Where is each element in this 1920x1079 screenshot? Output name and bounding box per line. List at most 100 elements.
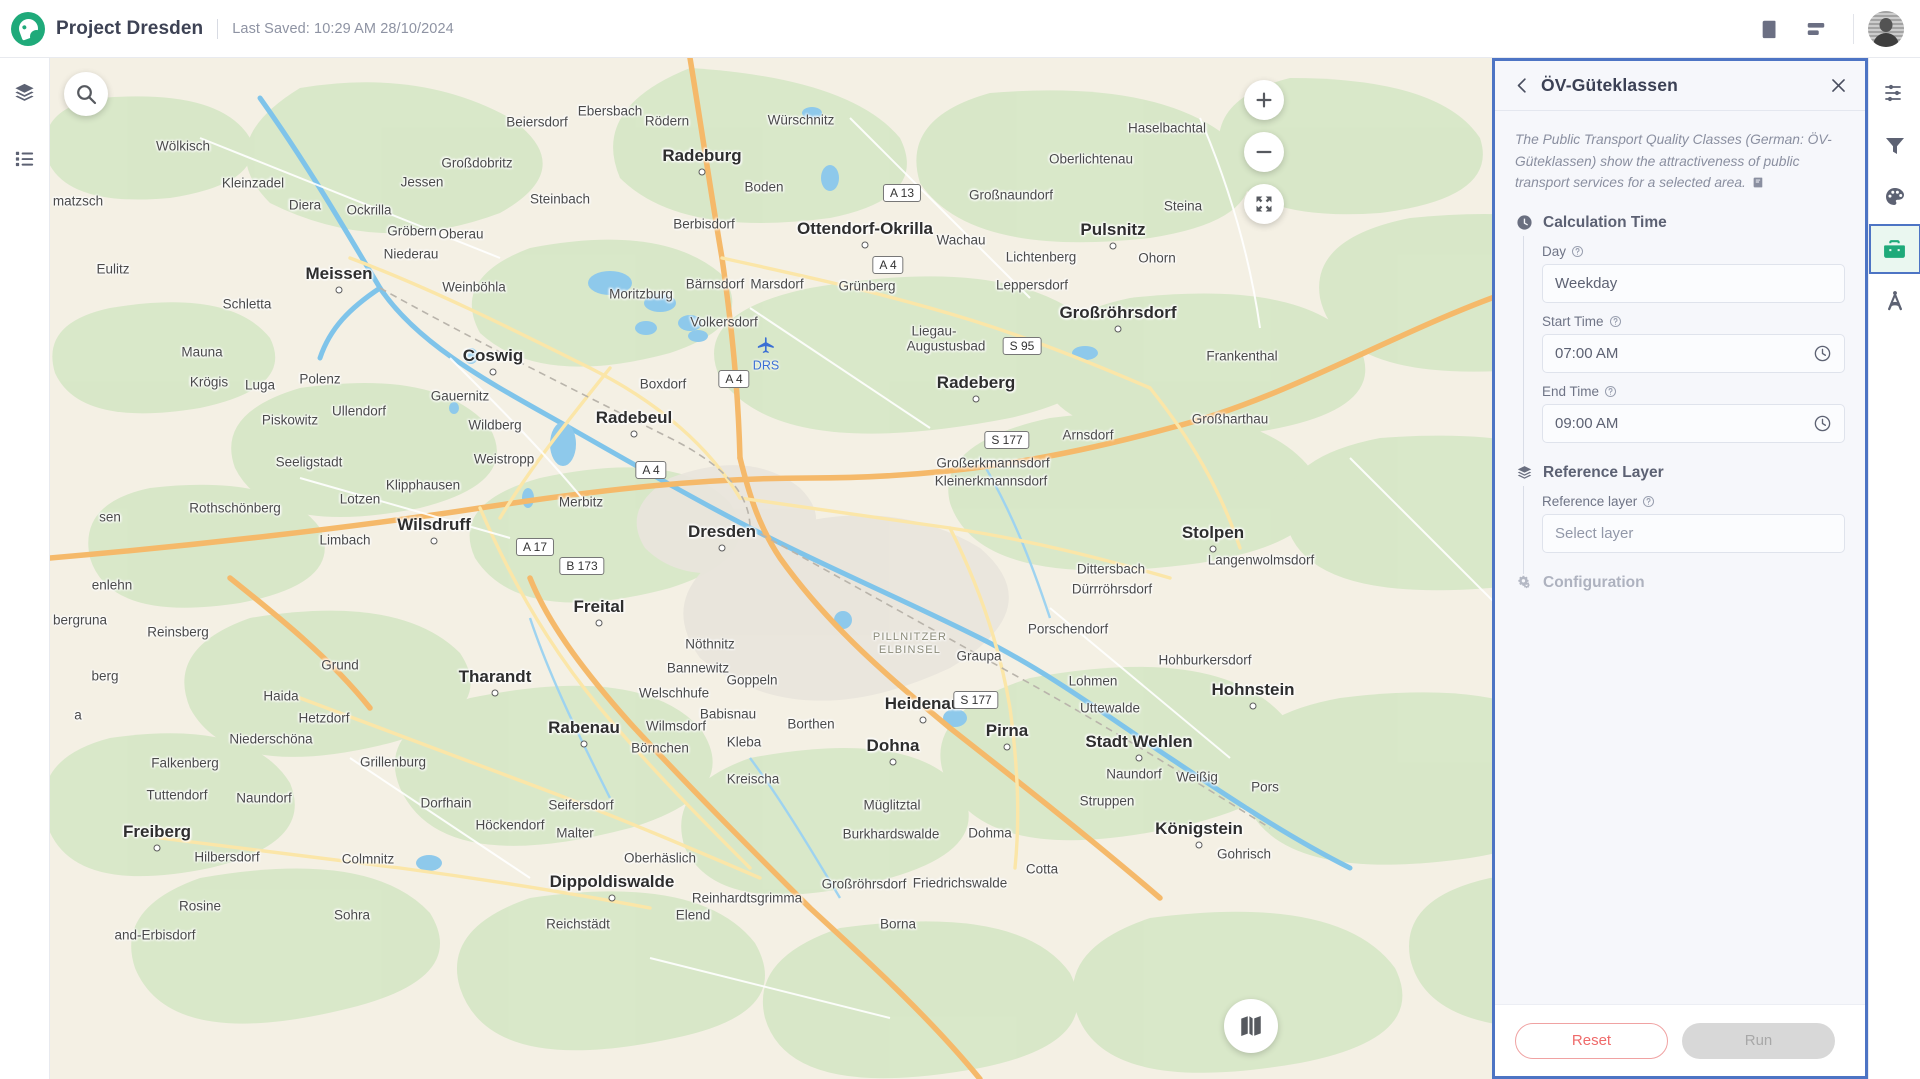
field-label-text: Day [1542, 243, 1567, 259]
day-value: Weekday [1555, 274, 1618, 292]
help-icon[interactable] [1609, 315, 1622, 328]
panel-description: The Public Transport Quality Classes (Ge… [1515, 129, 1845, 196]
airport-code-label: DRS [752, 358, 780, 373]
layers-icon [1515, 464, 1533, 482]
field-reference-layer: Reference layer Select layer [1542, 494, 1845, 553]
expand-icon [1256, 196, 1272, 212]
panel-footer: Reset Run [1495, 1004, 1865, 1076]
map-city-dot [972, 395, 980, 403]
filter-icon [1885, 138, 1904, 154]
clock-icon[interactable] [1813, 344, 1832, 363]
last-saved-text: Last Saved: 10:29 AM 28/10/2024 [232, 20, 454, 37]
section-configuration: Configuration [1515, 574, 1845, 592]
map-city-dot [889, 758, 897, 766]
map-city-dot [919, 716, 927, 724]
minus-icon [1256, 150, 1272, 154]
start-time-value: 07:00 AM [1555, 344, 1619, 362]
field-end-time: End Time 09:00 AM [1542, 384, 1845, 443]
section-title: Configuration [1543, 573, 1645, 591]
search-icon [77, 85, 97, 105]
zoom-out-button[interactable] [1244, 132, 1284, 172]
map-city-dot [491, 689, 499, 697]
section-reference-layer: Reference Layer Reference layer Select l… [1515, 464, 1845, 574]
road-shield: B 173 [559, 557, 605, 575]
map-city-dot [1209, 545, 1217, 553]
road-shield: A 4 [718, 370, 750, 388]
right-tool-rail [1868, 58, 1920, 1079]
field-day: Day Weekday [1542, 244, 1845, 303]
map-city-dot [1135, 754, 1143, 762]
map-city-dot [580, 740, 588, 748]
kinetica-logo-icon [11, 11, 45, 46]
airplane-icon [758, 337, 774, 353]
map-search-button[interactable] [64, 72, 108, 116]
clock-icon [1515, 214, 1533, 232]
road-shield: A 4 [635, 461, 667, 479]
tool-rail-item-toolbox[interactable] [1868, 224, 1920, 274]
day-select[interactable]: Weekday [1542, 263, 1845, 303]
road-shield: S 177 [984, 431, 1030, 449]
section-fields: Day Weekday Start Time 07:00 AM End Time… [1523, 235, 1845, 464]
page-title: Project Dresden [56, 17, 204, 39]
basemap-switch-button[interactable] [1224, 999, 1278, 1053]
road-shield: S 95 [1002, 337, 1042, 355]
map-city-dot [1249, 702, 1257, 710]
start-time-input[interactable]: 07:00 AM [1542, 333, 1845, 373]
tool-rail-item-filter[interactable] [1869, 120, 1920, 170]
section-fields: Reference layer Select layer [1523, 485, 1845, 574]
field-label-text: Start Time [1542, 313, 1604, 329]
end-time-input[interactable]: 09:00 AM [1542, 403, 1845, 443]
map-city-dot [1109, 242, 1117, 250]
header-divider [217, 18, 219, 39]
help-icon[interactable] [1642, 495, 1655, 508]
panel-body: The Public Transport Quality Classes (Ge… [1495, 111, 1865, 1004]
gears-icon [1515, 574, 1533, 592]
layout-panels-icon[interactable] [1793, 6, 1839, 52]
tool-rail-item-measure[interactable] [1869, 276, 1920, 326]
road-shield: A 13 [882, 184, 922, 202]
documentation-book-icon[interactable] [1747, 6, 1793, 52]
panel-header: ÖV-Güteklassen [1495, 61, 1865, 111]
close-icon[interactable] [1825, 73, 1851, 99]
road-shield: S 177 [953, 691, 999, 709]
tool-panel: ÖV-Güteklassen The Public Transport Qual… [1492, 58, 1868, 1079]
road-shield: A 17 [515, 538, 555, 556]
palette-icon [1885, 188, 1904, 205]
zoom-in-button[interactable] [1244, 80, 1284, 120]
clock-icon[interactable] [1813, 414, 1832, 433]
logo-container[interactable] [0, 11, 56, 46]
sidebar-item-layers[interactable] [5, 72, 45, 112]
header-actions [1747, 6, 1920, 52]
book-icon[interactable] [1752, 174, 1765, 196]
field-label: Day [1542, 244, 1845, 259]
map-city-dot [489, 368, 497, 376]
fullscreen-button[interactable] [1244, 184, 1284, 224]
help-icon[interactable] [1571, 245, 1584, 258]
airport-marker-drs: DRS [753, 336, 779, 373]
panel-description-text: The Public Transport Quality Classes (Ge… [1515, 132, 1832, 190]
section-header[interactable]: Configuration [1515, 574, 1845, 592]
map-city-dot [335, 286, 343, 294]
help-icon[interactable] [1604, 385, 1617, 398]
map-city-dot [608, 894, 616, 902]
map-city-dot [718, 544, 726, 552]
road-shield: A 4 [872, 256, 904, 274]
left-sidebar [0, 58, 50, 1079]
avatar[interactable] [1868, 10, 1904, 47]
map-city-dot [1114, 325, 1122, 333]
tool-rail-item-style[interactable] [1869, 172, 1920, 222]
tool-rail-item-settings[interactable] [1869, 68, 1920, 118]
reference-layer-select[interactable]: Select layer [1542, 513, 1845, 553]
field-label: Reference layer [1542, 494, 1845, 509]
chevron-left-icon[interactable] [1509, 73, 1535, 99]
end-time-value: 09:00 AM [1555, 414, 1619, 432]
run-button[interactable]: Run [1682, 1022, 1835, 1059]
map-city-dot [1195, 841, 1203, 849]
reset-button[interactable]: Reset [1515, 1022, 1668, 1059]
field-label: Start Time [1542, 314, 1845, 329]
sidebar-item-legend[interactable] [5, 138, 45, 178]
section-header: Reference Layer [1515, 464, 1845, 482]
map-city-dot [1003, 743, 1011, 751]
plus-icon [1256, 92, 1272, 108]
map-city-dot [430, 537, 438, 545]
